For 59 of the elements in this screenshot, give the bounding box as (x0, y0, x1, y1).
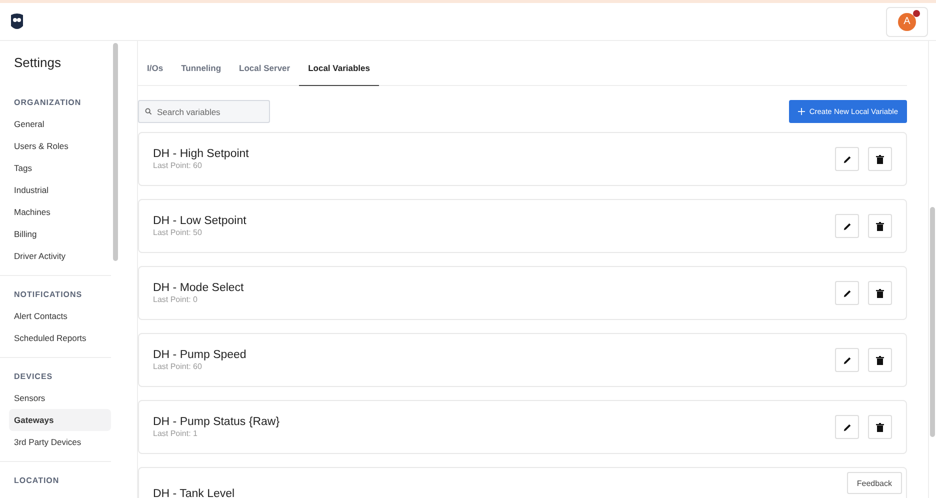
last-point: Last Point: 60 (153, 362, 203, 371)
scrollbar-thumb[interactable] (113, 43, 118, 261)
sidebar-item[interactable]: Driver Activity (9, 245, 111, 267)
section-heading: NOTIFICATIONS (13, 289, 84, 301)
feedback-button[interactable]: Feedback (846, 472, 902, 494)
section-heading: ORGANIZATION (13, 97, 82, 109)
trash-icon (876, 422, 884, 432)
pencil-icon (842, 222, 852, 230)
sidebar-item[interactable]: Users & Roles (9, 135, 111, 157)
tab[interactable]: I/Os (138, 55, 172, 86)
tab[interactable]: Local Variables (299, 55, 379, 86)
sidebar-item[interactable]: Industrial (9, 179, 111, 201)
sidebar-item[interactable]: Gateways (9, 409, 111, 431)
variable-name: DH - Low Setpoint (153, 215, 246, 227)
sidebar-item[interactable]: 3rd Party Devices (9, 431, 111, 453)
sidebar-item[interactable]: Sensors (9, 387, 111, 409)
edit-button[interactable] (835, 214, 859, 238)
last-point: Last Point: 0 (153, 295, 198, 304)
variable-name: DH - Pump Speed (153, 349, 246, 361)
delete-button[interactable] (868, 281, 892, 305)
tab[interactable]: Tunneling (172, 55, 230, 86)
sidebar-item[interactable]: Billing (9, 223, 111, 245)
variable-name: DH - Mode Select (153, 282, 244, 294)
pencil-icon (842, 422, 852, 432)
pencil-icon (842, 356, 852, 364)
pencil-icon (842, 154, 852, 164)
section-heading: DEVICES (13, 371, 54, 383)
last-point: Last Point: 60 (153, 161, 203, 170)
sidebar-item[interactable]: Alert Contacts (9, 305, 111, 327)
delete-button[interactable] (868, 348, 892, 372)
variable-name: DH - Pump Status {Raw} (153, 416, 280, 428)
delete-button[interactable] (868, 415, 892, 439)
last-point: Last Point: 1 (153, 429, 198, 438)
sidebar-item[interactable]: Scheduled Reports (9, 327, 111, 349)
edit-button[interactable] (835, 348, 859, 372)
tab[interactable]: Local Server (230, 55, 300, 86)
variable-name: DH - High Setpoint (153, 148, 249, 160)
last-point: Last Point: 50 (153, 228, 203, 237)
plus-icon (798, 108, 806, 115)
sidebar-title: Settings (13, 55, 62, 70)
section-heading: LOCATION (13, 475, 60, 487)
edit-button[interactable] (835, 281, 859, 305)
edit-button[interactable] (835, 415, 859, 439)
trash-icon (876, 356, 884, 364)
edit-button[interactable] (835, 147, 859, 171)
delete-button[interactable] (868, 147, 892, 171)
search-field[interactable]: Search variables (138, 100, 270, 123)
sidebar-item[interactable]: Tags (9, 157, 111, 179)
sidebar-item[interactable]: Machines (9, 201, 111, 223)
trash-icon (876, 288, 884, 298)
scrollbar-thumb[interactable] (930, 207, 935, 437)
trash-icon (876, 154, 884, 164)
search-icon (145, 108, 152, 115)
pencil-icon (842, 288, 852, 298)
variable-name: DH - Tank Level (153, 488, 235, 498)
trash-icon (876, 222, 884, 230)
sidebar-item[interactable]: General (9, 113, 111, 135)
delete-button[interactable] (868, 214, 892, 238)
owl-logo[interactable] (10, 12, 24, 30)
